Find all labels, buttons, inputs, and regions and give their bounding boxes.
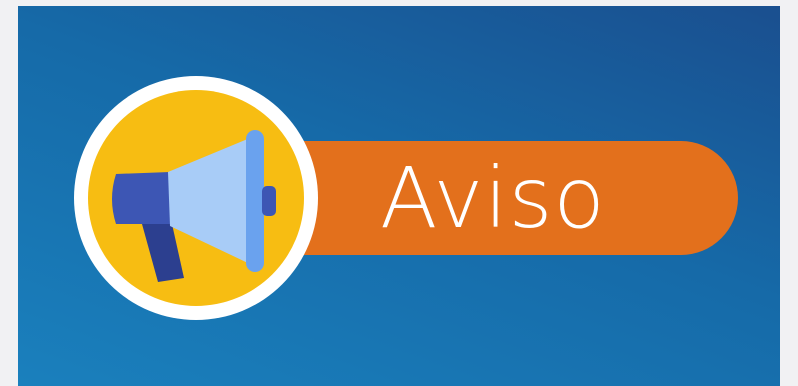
page: Aviso bbox=[0, 0, 798, 386]
megaphone-nub bbox=[262, 186, 276, 216]
megaphone-rear bbox=[112, 172, 172, 224]
banner-label: Aviso bbox=[380, 149, 606, 247]
megaphone-icon bbox=[74, 76, 318, 320]
badge bbox=[72, 74, 320, 322]
megaphone-rim bbox=[246, 130, 264, 272]
